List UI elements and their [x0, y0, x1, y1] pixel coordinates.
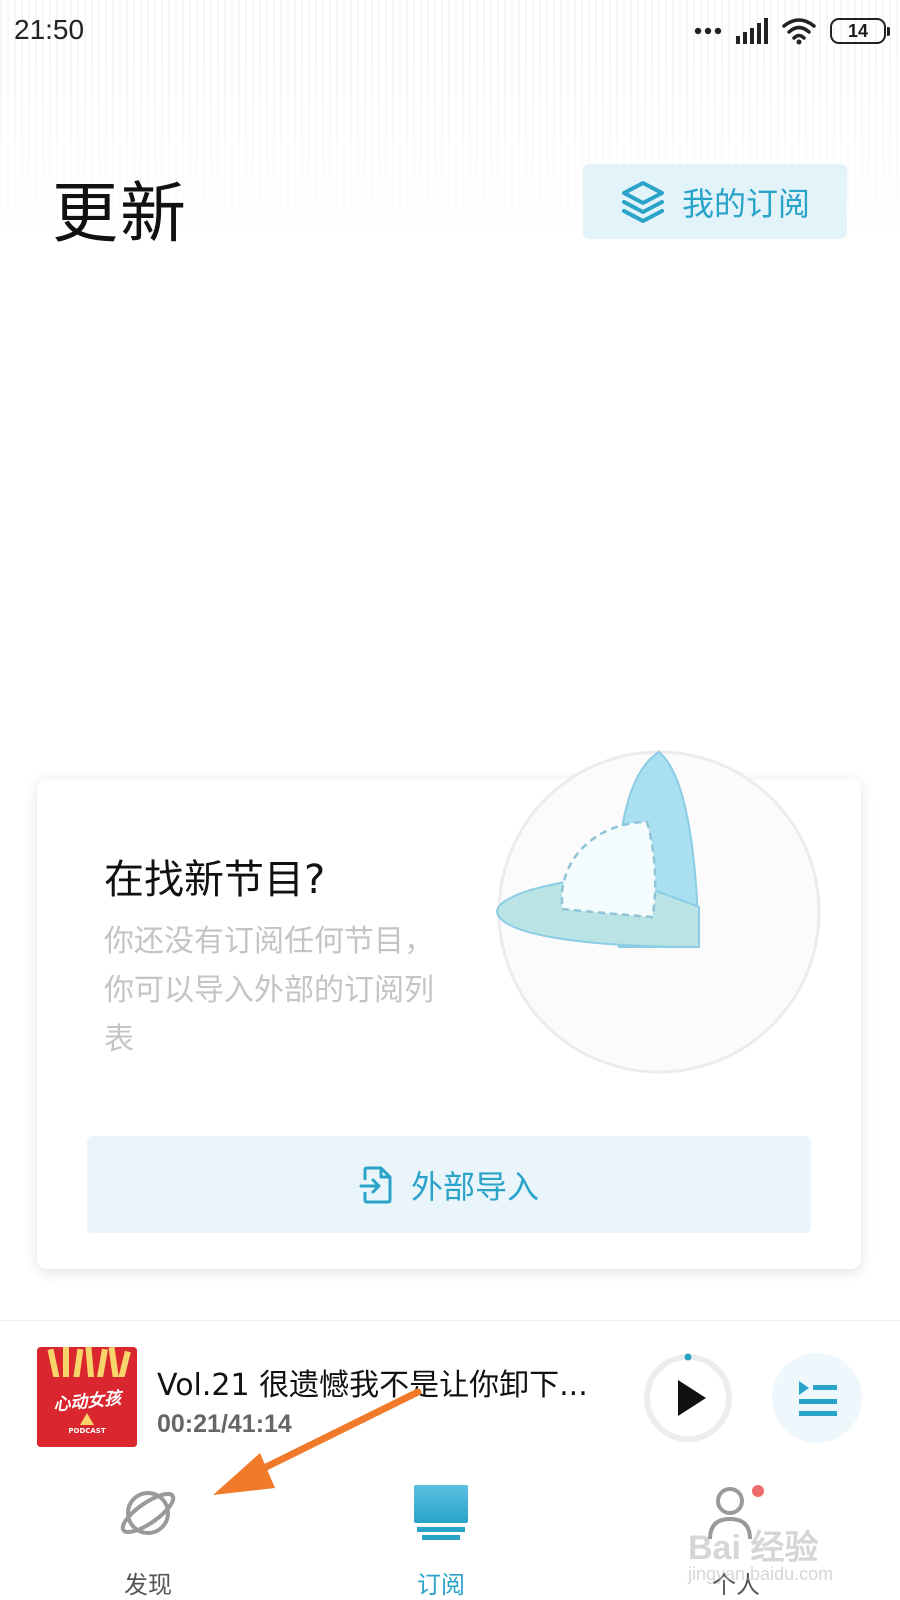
battery-icon: 14	[830, 18, 890, 44]
empty-state-card: 在找新节目? 你还没有订阅任何节目，你可以导入外部的订阅列表 外部导入	[37, 750, 861, 1269]
subscriptions-icon	[414, 1485, 468, 1540]
playlist-icon	[799, 1381, 837, 1416]
file-import-icon	[359, 1166, 392, 1203]
signal-icon	[736, 18, 768, 44]
page-title: 更新	[52, 175, 188, 252]
progress-dot	[684, 1353, 692, 1361]
track-title[interactable]: Vol.21 很遗憾我不是让你卸下...	[157, 1360, 612, 1404]
empty-state-description: 你还没有订阅任何节目，你可以导入外部的订阅列表	[104, 924, 434, 1057]
playlist-button[interactable]	[772, 1353, 862, 1443]
status-icons: 14	[694, 14, 890, 48]
empty-state-title: 在找新节目?	[104, 857, 326, 903]
external-import-button[interactable]: 外部导入	[87, 1136, 811, 1233]
status-bar: 21:50 14	[0, 0, 900, 62]
planet-icon	[120, 1491, 176, 1535]
my-subscriptions-label: 我的订阅	[681, 184, 810, 223]
play-button[interactable]	[643, 1353, 733, 1443]
podcast-cover[interactable]: 心动女孩 PODCAST	[37, 1347, 137, 1447]
player-divider	[0, 1320, 900, 1321]
nav-label-discover: 发现	[124, 1571, 172, 1599]
watermark: Bai 经验 jingyan.baidu.com	[688, 1520, 868, 1590]
planet-illustration	[495, 750, 821, 1074]
layers-icon	[621, 180, 664, 223]
notification-dot	[752, 1485, 764, 1497]
more-dots-icon	[694, 27, 722, 35]
nav-item-subscriptions[interactable]: 订阅	[366, 1465, 516, 1600]
battery-level: 14	[847, 20, 869, 41]
nav-item-discover[interactable]: 发现	[73, 1465, 223, 1600]
watermark-text: Bai 经验	[688, 1529, 819, 1567]
cover-subtitle: PODCAST	[68, 1427, 106, 1435]
watermark-url: jingyan.baidu.com	[688, 1564, 834, 1584]
external-import-label: 外部导入	[410, 1167, 539, 1206]
wifi-icon	[782, 18, 816, 45]
status-time: 21:50	[14, 14, 85, 45]
track-time: 00:21/41:14	[157, 1410, 292, 1438]
mini-player[interactable]: 心动女孩 PODCAST Vol.21 很遗憾我不是让你卸下... 00:21/…	[0, 1330, 900, 1460]
my-subscriptions-button[interactable]: 我的订阅	[583, 164, 847, 239]
nav-label-subscriptions: 订阅	[417, 1571, 465, 1599]
